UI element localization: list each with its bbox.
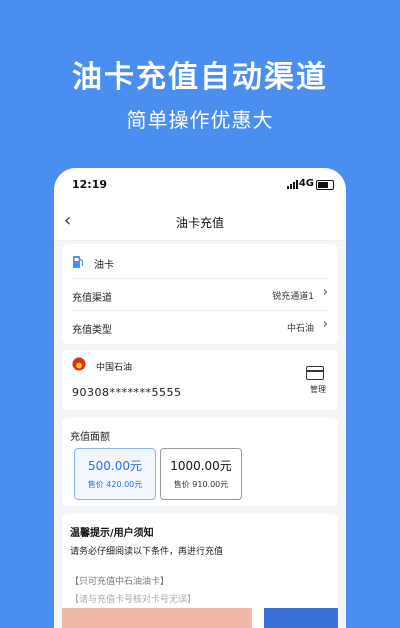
recharge-channel-label: 充值渠道 [72, 293, 112, 304]
recharge-type-label: 充值类型 [72, 325, 112, 336]
network-label: 4G [298, 178, 314, 189]
status-time: 12:19 [72, 178, 108, 191]
bottom-bar-left [62, 608, 252, 628]
notice-title: 温馨提示/用户须知 [70, 528, 154, 539]
amount-value: 500.00元 [88, 459, 142, 473]
signal-icon [287, 180, 298, 189]
petrochina-logo-icon [72, 357, 86, 371]
notice-item: 【请与充值卡号核对卡号无误】 [70, 595, 197, 605]
card-brand: 中国石油 [96, 363, 133, 373]
phone-mockup: 12:19 4G ‹ 油卡充值 油卡 充值渠道 锐充通道1 › 充值类型 中石油… [54, 168, 346, 628]
chevron-right-icon: › [322, 285, 328, 300]
amount-card: 充值面额 500.00元 售价 420.00元 1000.00元 售价 910.… [62, 418, 338, 506]
recharge-channel-value: 锐充通道1 [272, 292, 314, 302]
chevron-right-icon: › [322, 317, 328, 332]
amount-price: 售价 910.00元 [173, 480, 229, 489]
manage-button[interactable]: 管理 [310, 384, 326, 395]
card-manage-icon[interactable] [306, 366, 324, 380]
recharge-options-card: 油卡 充值渠道 锐充通道1 › 充值类型 中石油 › [62, 244, 338, 344]
notice-item: 【只可充值中石油油卡】 [70, 577, 170, 587]
recharge-type-row[interactable]: 充值类型 中石油 › [72, 310, 328, 343]
status-bar: 12:19 4G [54, 168, 346, 202]
oil-card-info: 中国石油 90308*******5555 管理 [62, 350, 338, 410]
amount-option-500[interactable]: 500.00元 售价 420.00元 [74, 448, 156, 500]
promo-subtitle: 简单操作优惠大 [126, 108, 274, 132]
recharge-type-value: 中石油 [286, 324, 314, 334]
amount-option-1000[interactable]: 1000.00元 售价 910.00元 [160, 448, 242, 500]
amount-price: 售价 420.00元 [87, 480, 143, 489]
amount-title: 充值面额 [70, 432, 110, 443]
promo-title: 油卡充值自动渠道 [72, 60, 328, 95]
page-title: 油卡充值 [175, 216, 224, 230]
oil-card-label: 油卡 [94, 260, 114, 271]
notice-text: 请务必仔细阅读以下条件，再进行充值 [70, 547, 224, 557]
card-number: 90308*******5555 [72, 386, 182, 399]
battery-icon [316, 180, 334, 190]
nav-bar: ‹ 油卡充值 [54, 202, 346, 241]
fuel-pump-icon [73, 256, 84, 268]
oil-card-section: 油卡 [72, 246, 328, 278]
amount-value: 1000.00元 [170, 459, 232, 473]
recharge-channel-row[interactable]: 充值渠道 锐充通道1 › [72, 278, 328, 311]
bottom-action-bar [54, 608, 346, 628]
submit-button[interactable] [264, 608, 338, 628]
